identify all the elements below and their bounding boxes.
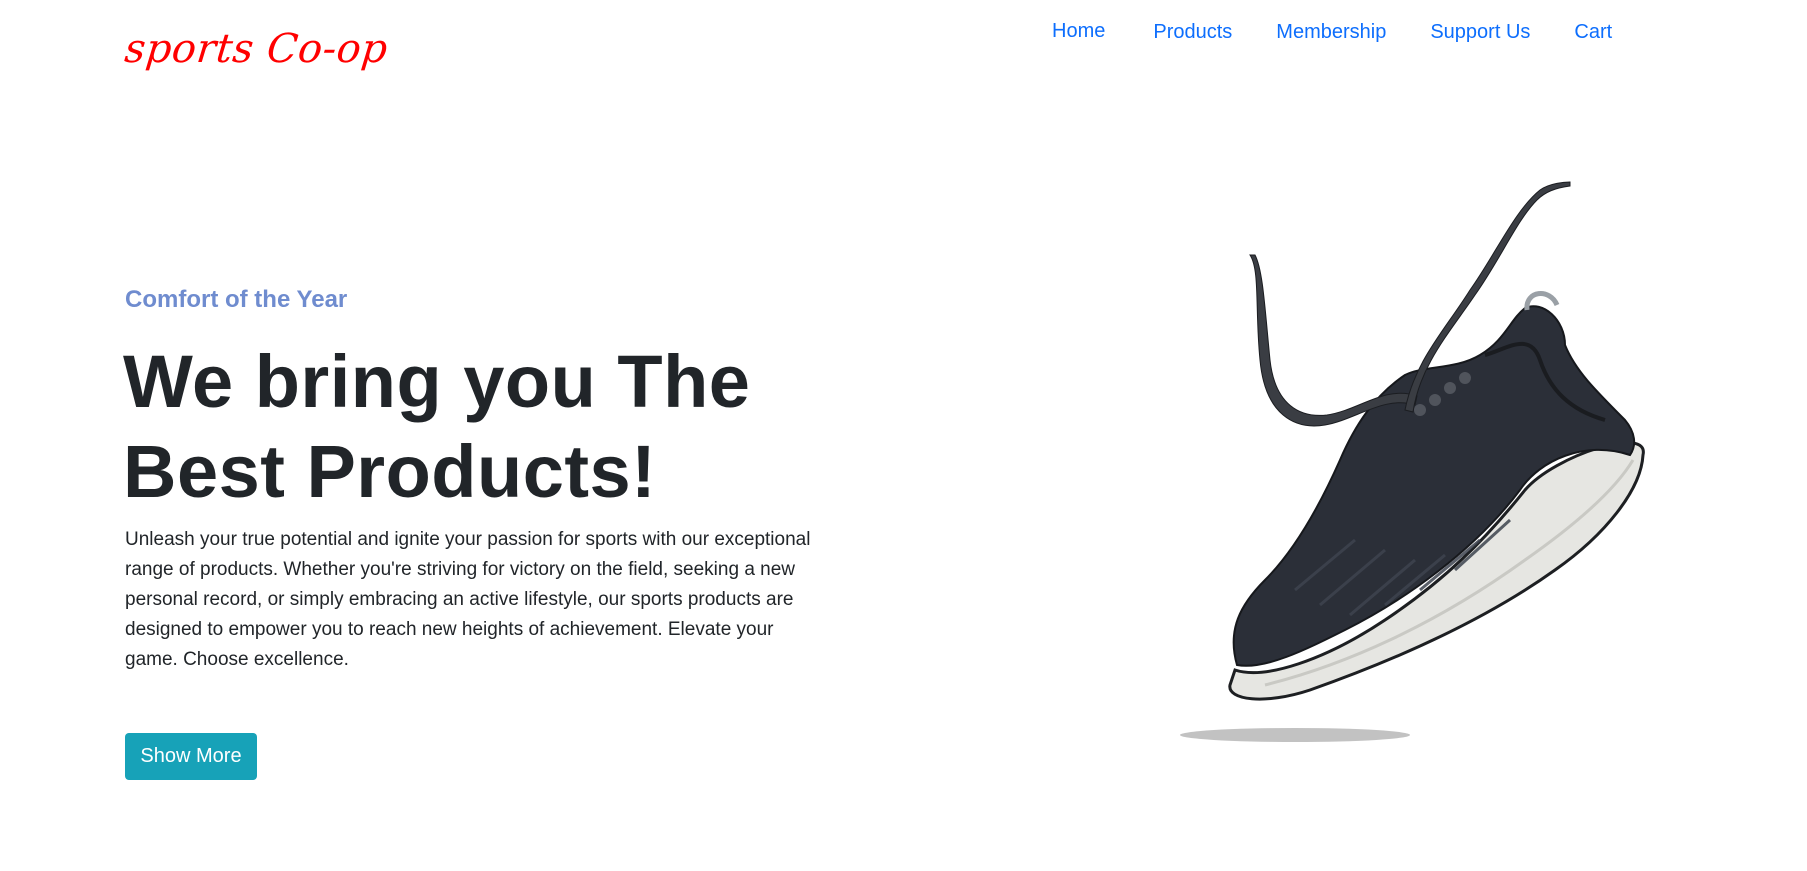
nav-link-membership[interactable]: Membership bbox=[1254, 18, 1408, 46]
hero-eyebrow: Comfort of the Year bbox=[125, 286, 348, 313]
nav-link-support-us[interactable]: Support Us bbox=[1408, 18, 1552, 46]
shoe-lace-left bbox=[1249, 254, 1418, 427]
page: sports Co-op Home Products Membership Su… bbox=[0, 0, 1807, 871]
hero-headline-line-2: Best Products! bbox=[123, 430, 657, 513]
nav-item-home: Home bbox=[1030, 18, 1131, 46]
shoe-shadow bbox=[1180, 728, 1410, 742]
show-more-button[interactable]: Show More bbox=[125, 733, 257, 780]
nav-menu: Home Products Membership Support Us Cart bbox=[1030, 18, 1634, 46]
nav-item-cart: Cart bbox=[1552, 18, 1634, 46]
nav-item-support: Support Us bbox=[1408, 18, 1552, 46]
nav-item-products: Products bbox=[1131, 18, 1254, 46]
nav-link-home[interactable]: Home bbox=[1030, 17, 1131, 45]
sneaker-icon bbox=[1180, 181, 1645, 742]
hero-headline-line-1: We bring you The bbox=[123, 340, 751, 423]
nav-link-products[interactable]: Products bbox=[1131, 18, 1254, 46]
brand-logo[interactable]: sports Co-op bbox=[122, 22, 390, 76]
hero-description: Unleash your true potential and ignite y… bbox=[125, 529, 811, 670]
nav-item-membership: Membership bbox=[1254, 18, 1408, 46]
nav-link-cart[interactable]: Cart bbox=[1552, 18, 1634, 46]
hero-headline: We bring you The Best Products! bbox=[123, 337, 843, 517]
